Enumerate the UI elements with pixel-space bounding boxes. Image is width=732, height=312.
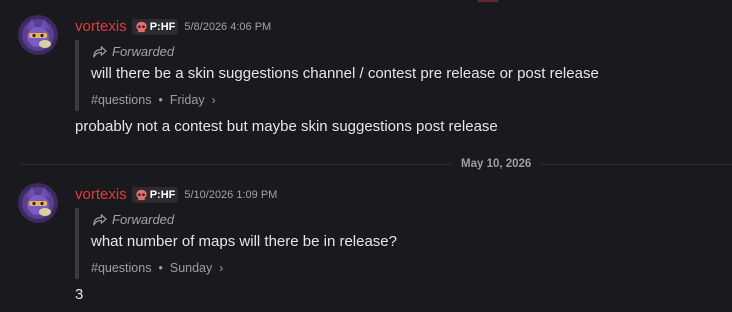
channel-name[interactable]: #questions	[91, 93, 151, 107]
date-divider-label: May 10, 2026	[452, 156, 541, 172]
top-accent-line	[478, 0, 498, 2]
avatar-image	[18, 183, 58, 223]
source-day: Friday	[169, 93, 205, 107]
username[interactable]: vortexis	[75, 185, 127, 205]
user-tag[interactable]: P:HF	[131, 187, 179, 203]
forwarded-text: will there be a skin suggestions channel…	[91, 65, 599, 82]
chevron-right-icon: ›	[219, 261, 224, 275]
avatar-image	[18, 15, 58, 55]
chevron-right-icon: ›	[211, 93, 216, 107]
username[interactable]: vortexis	[75, 17, 127, 37]
forwarded-label: Forwarded	[112, 211, 175, 227]
separator-dot: •	[158, 261, 163, 275]
source-day: Sunday	[169, 261, 213, 275]
forward-arrow-icon	[93, 45, 107, 58]
user-tag-label: P:HF	[149, 189, 176, 201]
forwarded-label: Forwarded	[112, 43, 175, 59]
forwarded-header: Forwarded	[92, 211, 174, 227]
forwarded-message[interactable]: Forwarded will there be a skin suggestio…	[75, 40, 679, 111]
user-tag-label: P:HF	[149, 21, 176, 33]
message-header: vortexis P:HF 5/8/2026 4:06 PM	[75, 17, 271, 37]
forwarded-message[interactable]: Forwarded what number of maps will there…	[75, 208, 679, 279]
chat-area: vortexis P:HF 5/8/2026 4:06 PM Forwarded…	[0, 0, 732, 312]
message-text: probably not a contest but maybe skin su…	[75, 118, 498, 135]
avatar[interactable]	[18, 15, 58, 55]
message-header: vortexis P:HF 5/10/2026 1:09 PM	[75, 185, 277, 205]
separator-dot: •	[158, 93, 163, 107]
timestamp[interactable]: 5/10/2026 1:09 PM	[184, 185, 277, 205]
forwarded-header: Forwarded	[92, 43, 174, 59]
channel-name[interactable]: #questions	[91, 261, 151, 275]
skull-tag-icon	[136, 189, 147, 200]
timestamp[interactable]: 5/8/2026 4:06 PM	[184, 17, 271, 37]
avatar[interactable]	[18, 183, 58, 223]
forward-arrow-icon	[93, 213, 107, 226]
message-text: 3	[75, 286, 84, 303]
forwarded-text: what number of maps will there be in rel…	[91, 233, 397, 250]
forwarded-source[interactable]: #questions • Friday ›	[91, 92, 216, 108]
skull-tag-icon	[136, 21, 147, 32]
forwarded-source[interactable]: #questions • Sunday ›	[91, 260, 223, 276]
user-tag[interactable]: P:HF	[131, 19, 179, 35]
date-divider-line	[20, 164, 732, 165]
